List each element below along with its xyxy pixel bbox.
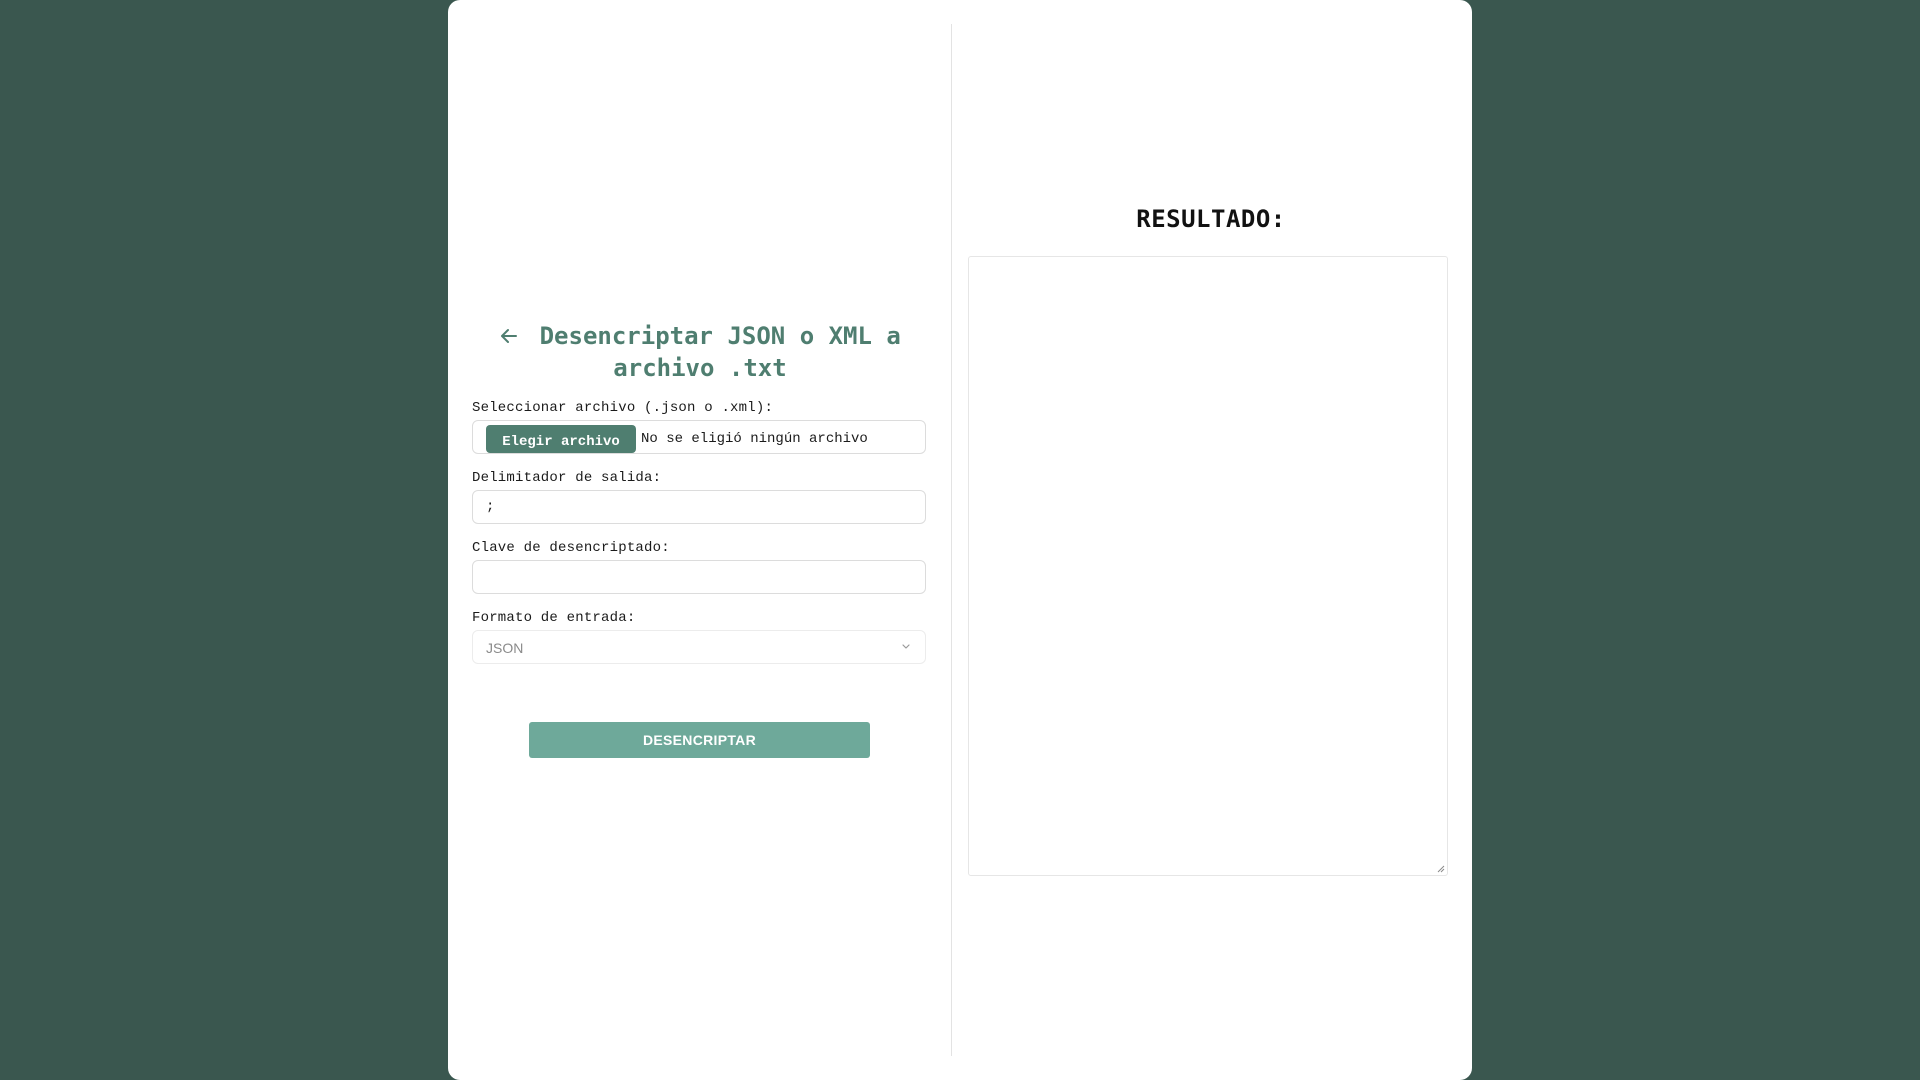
decrypt-form-panel: Desencriptar JSON o XML a archivo .txt S… — [472, 0, 928, 1080]
page-title-line1: Desencriptar JSON o XML a — [539, 322, 901, 350]
result-title: RESULTADO: — [1136, 205, 1286, 233]
format-selected-value: JSON — [486, 640, 524, 656]
key-label: Clave de desencriptado: — [472, 540, 670, 556]
choose-file-button[interactable]: Elegir archivo — [486, 425, 636, 453]
chevron-down-icon — [902, 644, 910, 649]
delimiter-label: Delimitador de salida: — [472, 470, 662, 486]
file-label: Seleccionar archivo (.json o .xml): — [472, 400, 774, 416]
key-input[interactable] — [472, 560, 926, 594]
file-status-text: No se eligió ningún archivo — [641, 431, 868, 447]
result-textarea[interactable] — [968, 256, 1448, 876]
main-card: Desencriptar JSON o XML a archivo .txt S… — [448, 0, 1472, 1080]
resize-handle-icon[interactable] — [1437, 865, 1445, 873]
panel-divider — [951, 24, 952, 1056]
back-button[interactable] — [499, 322, 539, 350]
decrypt-button[interactable]: DESENCRIPTAR — [529, 722, 870, 758]
delimiter-value: ; — [486, 499, 495, 515]
page-title: Desencriptar JSON o XML a archivo .txt — [472, 320, 928, 384]
format-select[interactable]: JSON — [472, 630, 926, 664]
format-label: Formato de entrada: — [472, 610, 636, 626]
file-input[interactable]: Elegir archivo No se eligió ningún archi… — [472, 420, 926, 454]
arrow-left-icon — [501, 329, 518, 343]
page-title-line2: archivo .txt — [613, 354, 787, 382]
delimiter-input[interactable]: ; — [472, 490, 926, 524]
